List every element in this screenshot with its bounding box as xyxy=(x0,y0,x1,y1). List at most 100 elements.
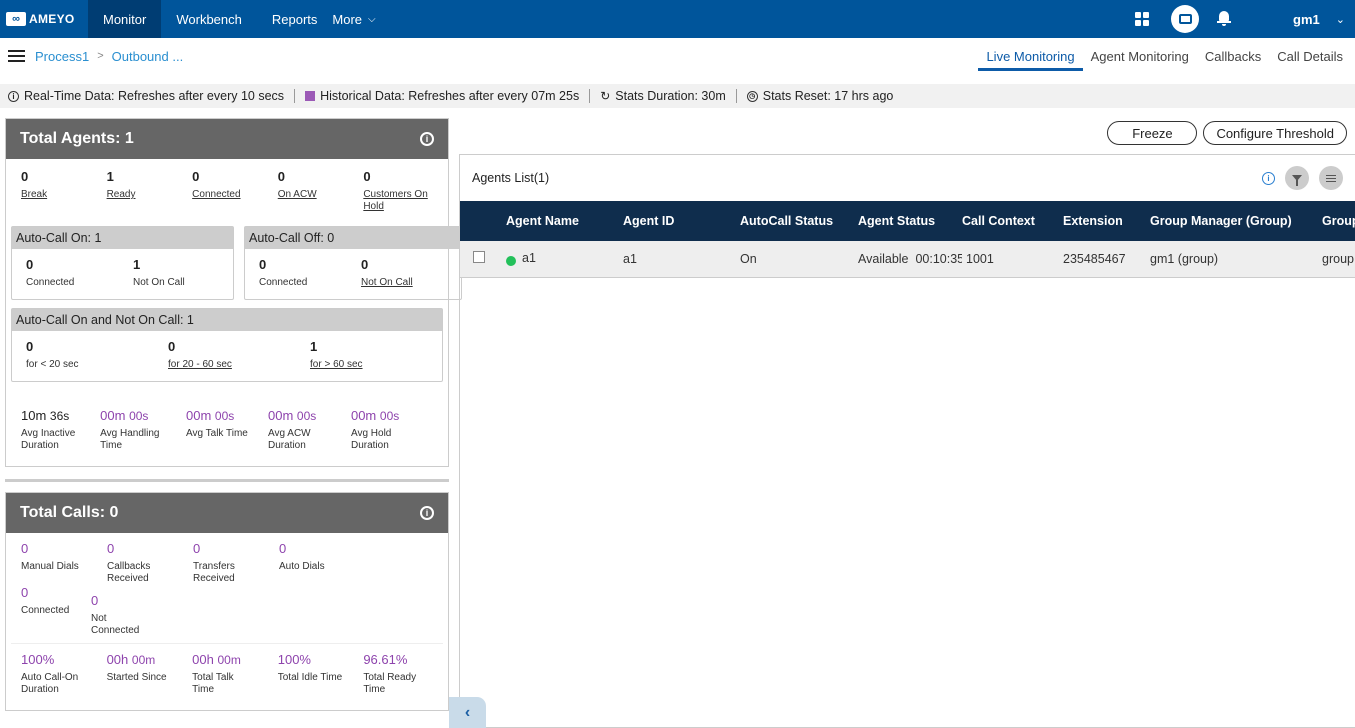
configure-threshold-button[interactable]: Configure Threshold xyxy=(1203,121,1347,145)
stat-label: Auto Call-On Duration xyxy=(21,672,79,695)
stat-label[interactable]: Ready xyxy=(107,189,193,201)
agent-id: a1 xyxy=(623,241,740,278)
duration-small: 00s xyxy=(296,409,317,423)
info-icon[interactable]: i xyxy=(420,132,434,146)
column-header[interactable]: Agent Status xyxy=(858,201,962,241)
top-navbar: ∞ AMEYO Monitor Workbench Reports More ⌵ … xyxy=(0,0,1355,38)
select-column-header xyxy=(460,201,506,241)
stat-label[interactable]: Customers On Hold xyxy=(363,189,433,213)
realtime-refresh-text: Real-Time Data: Refreshes after every 10… xyxy=(24,89,285,103)
tab-agent-monitoring[interactable]: Agent Monitoring xyxy=(1083,38,1197,74)
total-agents-title: Total Agents: 1 xyxy=(20,130,134,147)
stat-label: Total Talk Time xyxy=(192,672,234,695)
left-stats-panel: Total Agents: 1 i 0 Break 1 Ready 0 Connecte… xyxy=(5,118,462,711)
stat-ready[interactable]: 1 Ready xyxy=(107,169,193,213)
hamburger-menu-icon[interactable] xyxy=(8,50,25,62)
table-row[interactable]: a1 a1 On Available 00:10:35 1001 2354854… xyxy=(460,241,1355,278)
stat-manual-dials: 0 Manual Dials xyxy=(21,541,107,585)
stat-value: 0 xyxy=(168,339,176,354)
stat-label[interactable]: On ACW xyxy=(278,189,364,201)
stat-label[interactable]: Connected xyxy=(192,189,278,201)
autocall-status: On xyxy=(740,241,858,278)
duration-small: 00s xyxy=(214,409,235,423)
chat-button[interactable] xyxy=(1171,5,1200,33)
column-header[interactable]: Group xyxy=(1322,201,1355,241)
user-name[interactable]: gm1 xyxy=(1293,12,1320,27)
total-calls-title: Total Calls: 0 xyxy=(20,504,119,521)
stat-on-acw[interactable]: 0 On ACW xyxy=(278,169,364,213)
column-header[interactable]: Agent ID xyxy=(623,201,740,241)
duration-big: 00m xyxy=(100,408,126,423)
stat-value: 0 xyxy=(21,169,29,184)
auto-call-on-not-on-call-title: Auto-Call On and Not On Call: 1 xyxy=(12,309,442,331)
stat-label: Auto Dials xyxy=(279,561,325,572)
column-header[interactable]: Extension xyxy=(1063,201,1150,241)
stat-label[interactable]: Not On Call xyxy=(361,277,447,289)
stat-label[interactable]: Break xyxy=(21,189,107,201)
freeze-button[interactable]: Freeze xyxy=(1107,121,1198,145)
apps-grid-icon[interactable] xyxy=(1135,12,1150,26)
stat-connected: 0 Connected xyxy=(26,257,133,289)
tab-callbacks[interactable]: Callbacks xyxy=(1197,38,1269,74)
metric-total-ready-time: 96.61% Total Ready Time xyxy=(363,652,433,696)
user-chevron-down-icon[interactable]: ⌄ xyxy=(1336,13,1345,26)
duration-small: 00s xyxy=(379,409,400,423)
filter-icon xyxy=(1292,175,1302,186)
row-checkbox[interactable] xyxy=(473,251,485,264)
stat-not-on-call[interactable]: 0 Not On Call xyxy=(361,257,447,289)
nav-label: More xyxy=(332,11,363,27)
column-header[interactable]: Call Context xyxy=(962,201,1063,241)
filter-button[interactable] xyxy=(1285,166,1309,190)
agent-name: a1 xyxy=(522,250,536,265)
nav-more[interactable]: More ⌵ xyxy=(332,0,390,38)
avg-inactive-duration: 10m 36s Avg Inactive Duration xyxy=(21,408,100,452)
column-list-button[interactable] xyxy=(1319,166,1343,190)
bell-icon[interactable] xyxy=(1217,11,1232,27)
tab-label: Live Monitoring xyxy=(986,48,1075,64)
stat-label[interactable]: for 20 - 60 sec xyxy=(168,359,310,371)
info-icon[interactable]: i xyxy=(1262,171,1275,185)
stat-label: Started Since xyxy=(106,672,167,683)
stats-duration-text: Stats Duration: 30m xyxy=(615,89,726,103)
ameyo-logo[interactable]: ∞ AMEYO xyxy=(0,0,88,38)
refresh-icon: ↻ xyxy=(600,89,611,103)
avg-talk-time: 00m 00s Avg Talk Time xyxy=(186,408,268,452)
info-icon: i xyxy=(8,90,19,102)
stat-value: 1 xyxy=(106,169,114,184)
stat-value: 0 xyxy=(193,541,201,556)
stat-break[interactable]: 0 Break xyxy=(21,169,107,213)
stat-transfers-received: 0 Transfers Received xyxy=(193,541,279,585)
stat-label: Total Idle Time xyxy=(277,672,343,683)
breadcrumb-process[interactable]: Process1 xyxy=(35,49,89,64)
tab-live-monitoring[interactable]: Live Monitoring xyxy=(978,38,1083,74)
chevron-down-icon: ⌵ xyxy=(368,13,376,25)
nav-monitor[interactable]: Monitor xyxy=(88,0,162,38)
stat-over-60[interactable]: 1 for > 60 sec xyxy=(310,339,396,371)
stat-label: Connected xyxy=(259,277,308,288)
stat-label[interactable]: for > 60 sec xyxy=(310,359,396,371)
duration-small: 00s xyxy=(129,409,149,423)
nav-reports[interactable]: Reports xyxy=(257,0,333,38)
column-header[interactable]: AutoCall Status xyxy=(740,201,858,241)
collapse-panel-button[interactable]: ‹ xyxy=(449,697,486,728)
table-header-row: Agent Name Agent ID AutoCall Status Agen… xyxy=(460,201,1355,241)
list-icon xyxy=(1326,174,1336,182)
metric-big: 96.61% xyxy=(363,652,408,667)
stat-customers-on-hold[interactable]: 0 Customers On Hold xyxy=(363,169,433,213)
column-header[interactable]: Agent Name xyxy=(506,201,623,241)
stat-value: 0 xyxy=(91,593,99,608)
stat-not-on-call: 1 Not On Call xyxy=(133,257,219,289)
total-calls-card: Total Calls: 0 i 0 Manual Dials 0 Callbacks… xyxy=(5,492,449,711)
breadcrumb-campaign[interactable]: Outbound ... xyxy=(112,49,184,64)
info-icon[interactable]: i xyxy=(420,506,434,520)
infinity-logo-icon: ∞ xyxy=(6,12,26,26)
nav-workbench[interactable]: Workbench xyxy=(161,0,257,38)
stat-20-60[interactable]: 0 for 20 - 60 sec xyxy=(168,339,310,371)
extension: 235485467 xyxy=(1063,241,1150,278)
stat-auto-dials: 0 Auto Dials xyxy=(279,541,365,585)
tab-call-details[interactable]: Call Details xyxy=(1269,38,1355,74)
stat-connected[interactable]: 0 Connected xyxy=(192,169,278,213)
column-header[interactable]: Group Manager (Group) xyxy=(1150,201,1322,241)
auto-call-on-not-on-call-box: Auto-Call On and Not On Call: 1 0 for < 2… xyxy=(11,308,443,382)
historical-refresh-text: Historical Data: Refreshes after every 0… xyxy=(320,89,580,103)
